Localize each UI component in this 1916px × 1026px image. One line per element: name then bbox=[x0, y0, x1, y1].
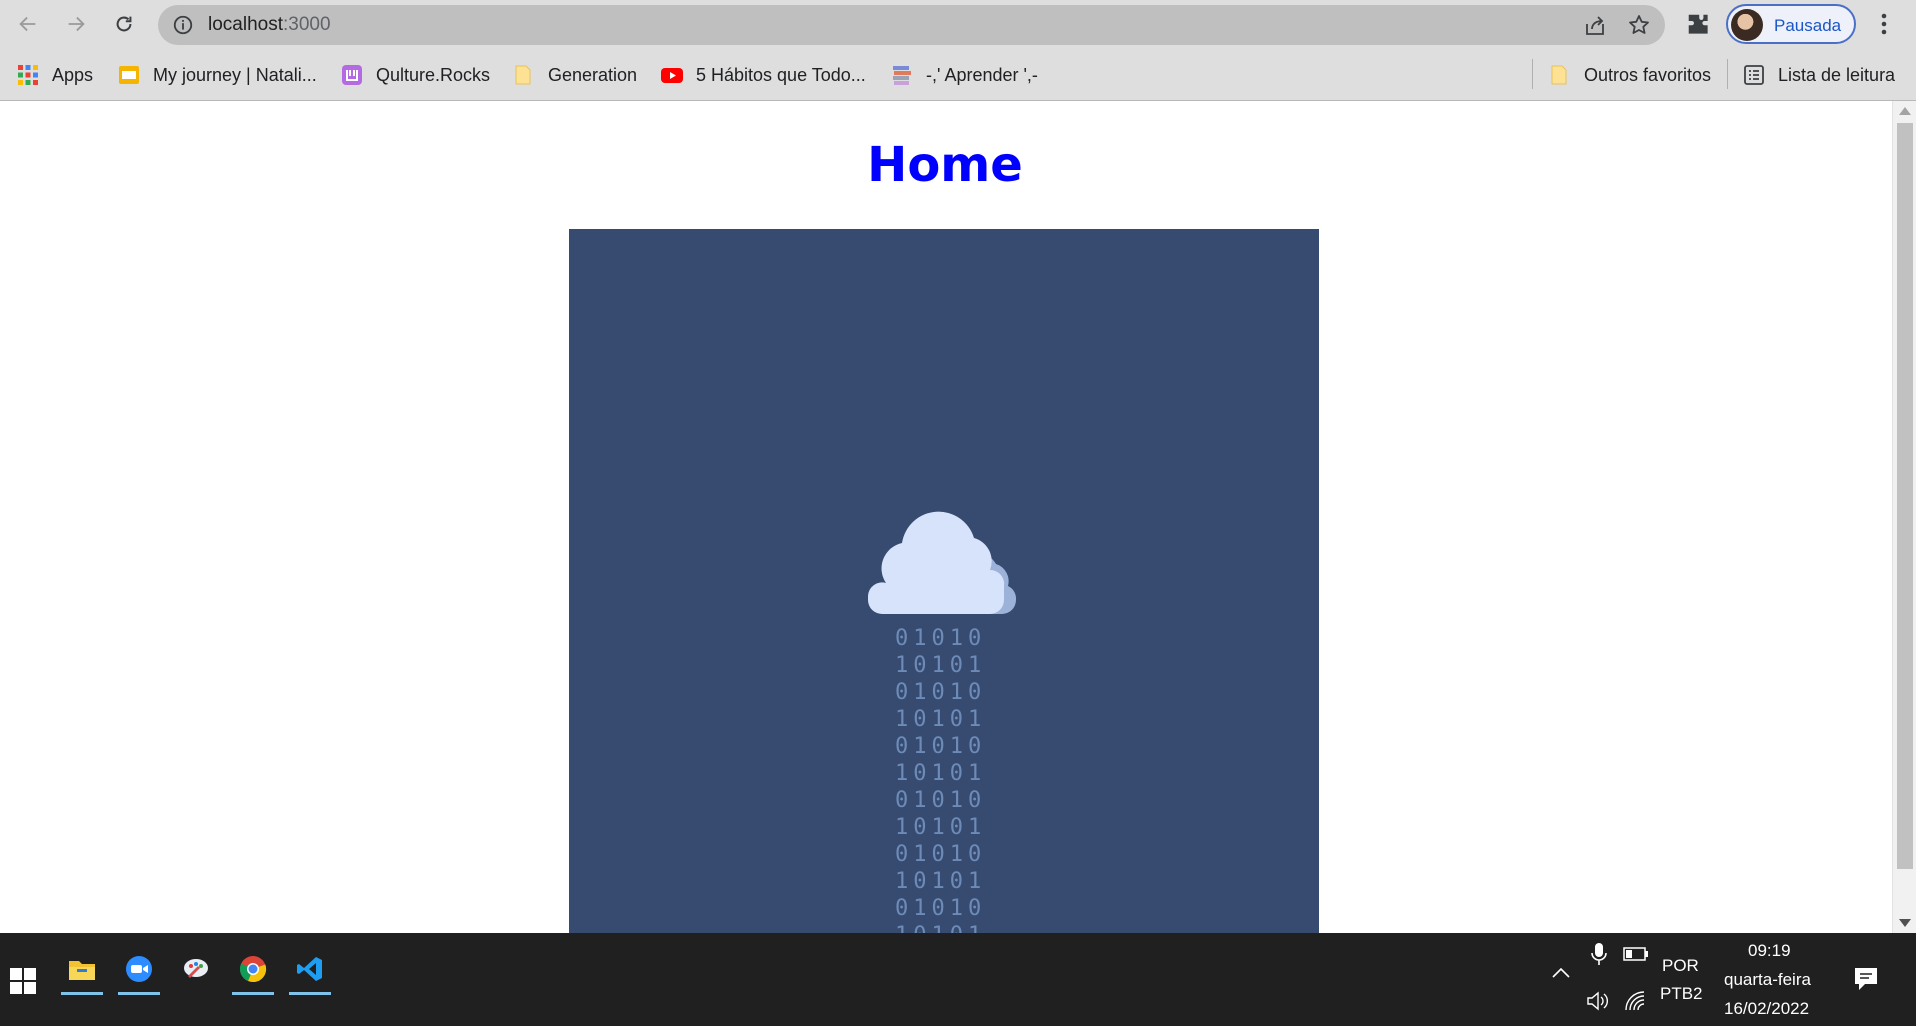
bookmark-apps[interactable]: Apps bbox=[16, 61, 93, 89]
page-scrollbar[interactable] bbox=[1892, 101, 1916, 933]
bookmark-qulture-rocks[interactable]: Qulture.Rocks bbox=[340, 61, 490, 89]
windows-start-icon[interactable] bbox=[10, 968, 36, 994]
active-indicator bbox=[61, 992, 103, 995]
slides-icon bbox=[119, 66, 139, 84]
profile-status-label: Pausada bbox=[1774, 16, 1842, 35]
active-indicator bbox=[232, 992, 274, 995]
volume-icon[interactable] bbox=[1586, 990, 1610, 1012]
bookmark-label: My journey | Natali... bbox=[153, 64, 317, 85]
youtube-icon bbox=[661, 68, 683, 83]
bookmarks-divider bbox=[1727, 59, 1728, 89]
bookmark-label: -,' Aprender ',- bbox=[926, 64, 1038, 85]
language-indicator-line1[interactable]: POR bbox=[1662, 956, 1699, 976]
clock-day[interactable]: quarta-feira bbox=[1724, 970, 1811, 990]
star-icon[interactable] bbox=[1627, 13, 1651, 37]
zoom-icon bbox=[126, 956, 152, 982]
taskbar-app-paint[interactable] bbox=[173, 945, 219, 993]
bookmark-other-favorites[interactable]: Outros favoritos bbox=[1548, 61, 1711, 89]
reload-icon bbox=[116, 16, 132, 32]
back-button[interactable] bbox=[12, 8, 44, 40]
microphone-icon[interactable] bbox=[1589, 941, 1609, 967]
bookmark-generation[interactable]: Generation bbox=[512, 61, 637, 89]
vscode-icon bbox=[297, 957, 322, 981]
language-indicator-line2[interactable]: PTB2 bbox=[1660, 984, 1703, 1004]
avatar bbox=[1731, 9, 1763, 41]
file-explorer-icon bbox=[69, 961, 95, 980]
bookmarks-bar: Apps My journey | Natali... Qulture.Rock… bbox=[0, 49, 1916, 101]
more-vertical-icon[interactable] bbox=[1872, 8, 1896, 40]
taskbar: POR PTB2 09:19 quarta-feira 16/02/2022 bbox=[0, 933, 1916, 1026]
bookmark-aprender[interactable]: -,' Aprender ',- bbox=[890, 61, 1038, 89]
binary-rain: 01010 10101 01010 10101 01010 10101 0101… bbox=[895, 626, 987, 933]
hero-illustration: 01010 10101 01010 10101 01010 10101 0101… bbox=[569, 229, 1319, 933]
reading-list-icon bbox=[1744, 65, 1764, 85]
clock-date[interactable]: 16/02/2022 bbox=[1724, 999, 1809, 1019]
active-indicator bbox=[289, 992, 331, 995]
browser-toolbar: localhost:3000 Pausada bbox=[0, 0, 1916, 49]
reading-list-button[interactable]: Lista de leitura bbox=[1742, 61, 1895, 89]
scroll-up-arrow-icon[interactable] bbox=[1899, 107, 1911, 115]
taskbar-app-chrome[interactable] bbox=[230, 945, 276, 995]
bookmark-label: Qulture.Rocks bbox=[376, 64, 491, 85]
page-title: Home bbox=[867, 137, 1023, 193]
notifications-icon[interactable] bbox=[1853, 966, 1879, 992]
cloud-icon bbox=[868, 511, 1017, 614]
folder-icon bbox=[1551, 65, 1567, 85]
address-bar[interactable]: localhost:3000 bbox=[158, 5, 1665, 45]
books-icon bbox=[893, 66, 911, 85]
bookmark-my-journey[interactable]: My journey | Natali... bbox=[117, 61, 317, 89]
qulture-icon bbox=[342, 65, 362, 85]
scroll-down-arrow-icon[interactable] bbox=[1899, 919, 1911, 927]
paint-icon bbox=[184, 959, 208, 978]
chevron-up-icon[interactable] bbox=[1551, 966, 1571, 980]
extensions-puzzle-icon[interactable] bbox=[1684, 10, 1712, 38]
folder-icon bbox=[515, 65, 531, 85]
reload-button[interactable] bbox=[108, 8, 140, 40]
chrome-icon bbox=[239, 956, 267, 983]
bookmark-label: Generation bbox=[548, 64, 638, 85]
profile-button[interactable]: Pausada bbox=[1726, 4, 1856, 44]
taskbar-app-file-explorer[interactable] bbox=[59, 945, 105, 995]
share-icon[interactable] bbox=[1583, 14, 1607, 38]
arrow-right-icon bbox=[68, 16, 85, 32]
arrow-left-icon bbox=[19, 16, 36, 32]
wifi-icon[interactable] bbox=[1623, 989, 1647, 1013]
url-text[interactable]: localhost:3000 bbox=[208, 14, 331, 36]
taskbar-app-vscode[interactable] bbox=[287, 945, 333, 995]
battery-icon[interactable] bbox=[1623, 945, 1649, 963]
bookmark-label: Lista de leitura bbox=[1778, 64, 1896, 85]
page-viewport: Home 01010 10101 01010 10101 01010 10101… bbox=[0, 101, 1892, 933]
apps-grid-icon bbox=[18, 65, 38, 85]
forward-button[interactable] bbox=[60, 8, 92, 40]
url-host: localhost bbox=[208, 14, 283, 35]
clock-time[interactable]: 09:19 bbox=[1748, 941, 1791, 961]
info-icon[interactable] bbox=[172, 14, 194, 36]
taskbar-app-zoom[interactable] bbox=[116, 945, 162, 995]
url-port: :3000 bbox=[283, 14, 331, 35]
bookmark-label: Outros favoritos bbox=[1584, 64, 1712, 85]
active-indicator bbox=[118, 992, 160, 995]
bookmark-label: 5 Hábitos que Todo... bbox=[696, 64, 866, 85]
scroll-thumb[interactable] bbox=[1897, 123, 1913, 869]
bookmarks-divider bbox=[1532, 59, 1533, 89]
bookmark-label: Apps bbox=[52, 64, 94, 85]
bookmark-habitos[interactable]: 5 Hábitos que Todo... bbox=[660, 61, 866, 89]
